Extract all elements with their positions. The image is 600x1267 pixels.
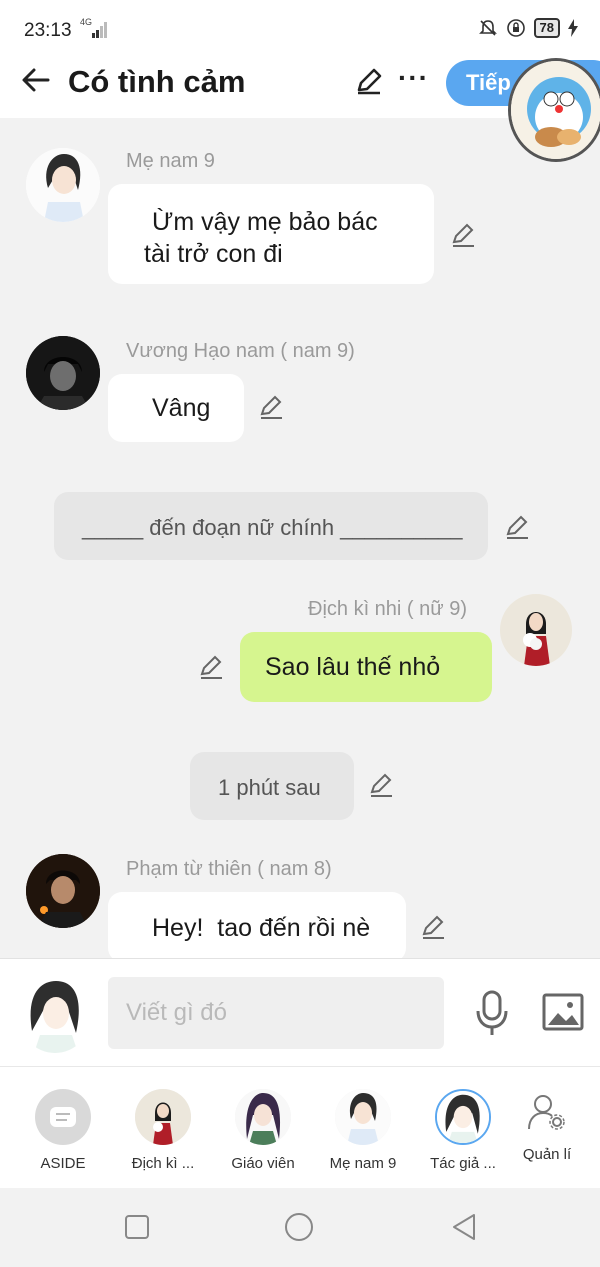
message-bubble[interactable]: Hey! tao đến rồi nè xyxy=(108,892,406,958)
manager-button[interactable]: Quản lí xyxy=(497,1093,597,1163)
microphone-icon[interactable] xyxy=(474,989,510,1037)
page-title: Có tình cảm xyxy=(68,64,246,99)
character-dich-ki[interactable]: Địch kì ... xyxy=(113,1089,213,1172)
edit-message-icon[interactable] xyxy=(258,394,284,420)
character-avatar xyxy=(135,1089,191,1145)
narration-text: 1 phút sau xyxy=(218,775,321,800)
home-icon[interactable] xyxy=(284,1212,314,1242)
current-character-avatar[interactable] xyxy=(18,975,92,1053)
character-label: Mẹ nam 9 xyxy=(329,1155,397,1172)
battery-indicator: 78 xyxy=(533,18,560,38)
user-settings-icon xyxy=(528,1095,565,1130)
avatar-me-nam-9[interactable] xyxy=(26,148,100,222)
message-text: Hey! tao đến rồi nè xyxy=(152,914,371,942)
chat-area[interactable]: Mẹ nam 9 Ừm vậy mẹ bảo bác tài trở con đ… xyxy=(0,118,600,958)
character-me-nam-9[interactable]: Mẹ nam 9 xyxy=(313,1089,413,1172)
message-text-line: tài trở con đi xyxy=(144,240,283,268)
bell-muted-icon xyxy=(478,20,497,36)
signal-icon xyxy=(92,22,107,38)
sender-name: Mẹ nam 9 xyxy=(126,150,215,172)
status-bar: 23:13 4G 78 xyxy=(0,0,600,58)
character-bar: ASIDE Địch kì ... Giáo viên Mẹ nam 9 Tác… xyxy=(0,1066,600,1188)
avatar-vuong-hao-nam[interactable] xyxy=(26,336,100,410)
aside-avatar xyxy=(35,1089,91,1145)
character-avatar xyxy=(235,1089,291,1145)
chat-bubble-icon xyxy=(50,1107,76,1127)
narration-bubble[interactable]: _____ đến đoạn nữ chính __________ xyxy=(54,492,488,560)
edit-message-icon[interactable] xyxy=(450,222,476,248)
sender-name: Vương Hạo nam ( nam 9) xyxy=(126,340,355,362)
edit-message-icon[interactable] xyxy=(420,914,446,940)
more-options-icon[interactable]: ··· xyxy=(398,64,429,92)
character-avatar-selected xyxy=(435,1089,491,1145)
message-bubble[interactable]: Vâng xyxy=(108,374,244,442)
arrow-left-icon[interactable] xyxy=(20,64,52,96)
avatar-pham-tu-thien[interactable] xyxy=(26,854,100,928)
network-indicator: 4G xyxy=(80,17,93,27)
character-aside[interactable]: ASIDE xyxy=(13,1089,113,1172)
recent-apps-icon[interactable] xyxy=(124,1214,150,1240)
character-label: Quản lí xyxy=(522,1146,572,1163)
message-text-line: Ừm vậy mẹ bảo bác xyxy=(152,208,378,236)
sender-name: Địch kì nhi ( nữ 9) xyxy=(308,598,467,620)
system-nav-bar xyxy=(0,1188,600,1267)
avatar-dich-ki-nhi[interactable] xyxy=(500,594,572,666)
charging-icon xyxy=(568,19,578,37)
edit-title-icon[interactable] xyxy=(354,66,384,96)
back-nav-icon[interactable] xyxy=(450,1212,478,1242)
rotation-lock-icon xyxy=(506,19,525,37)
message-input[interactable] xyxy=(108,977,444,1049)
composer xyxy=(0,958,600,1066)
character-label: Địch kì ... xyxy=(131,1155,195,1172)
edit-message-icon[interactable] xyxy=(368,772,394,798)
character-label: Giáo viên xyxy=(231,1155,295,1172)
character-label: ASIDE xyxy=(40,1155,86,1172)
status-time: 23:13 xyxy=(24,20,72,41)
edit-message-icon[interactable] xyxy=(504,514,530,540)
message-text: Sao lâu thế nhỏ xyxy=(265,653,441,681)
message-bubble[interactable]: Ừm vậy mẹ bảo bác tài trở con đi xyxy=(108,184,434,284)
narration-text: _____ đến đoạn nữ chính __________ xyxy=(82,515,463,540)
edit-message-icon[interactable] xyxy=(198,654,224,680)
message-text: Vâng xyxy=(152,394,211,422)
image-icon[interactable] xyxy=(542,993,584,1031)
narration-bubble[interactable]: 1 phút sau xyxy=(190,752,354,820)
message-bubble-self[interactable]: Sao lâu thế nhỏ xyxy=(240,632,492,702)
character-avatar xyxy=(335,1089,391,1145)
sender-name: Phạm từ thiên ( nam 8) xyxy=(126,858,332,880)
character-giao-vien[interactable]: Giáo viên xyxy=(213,1089,313,1172)
